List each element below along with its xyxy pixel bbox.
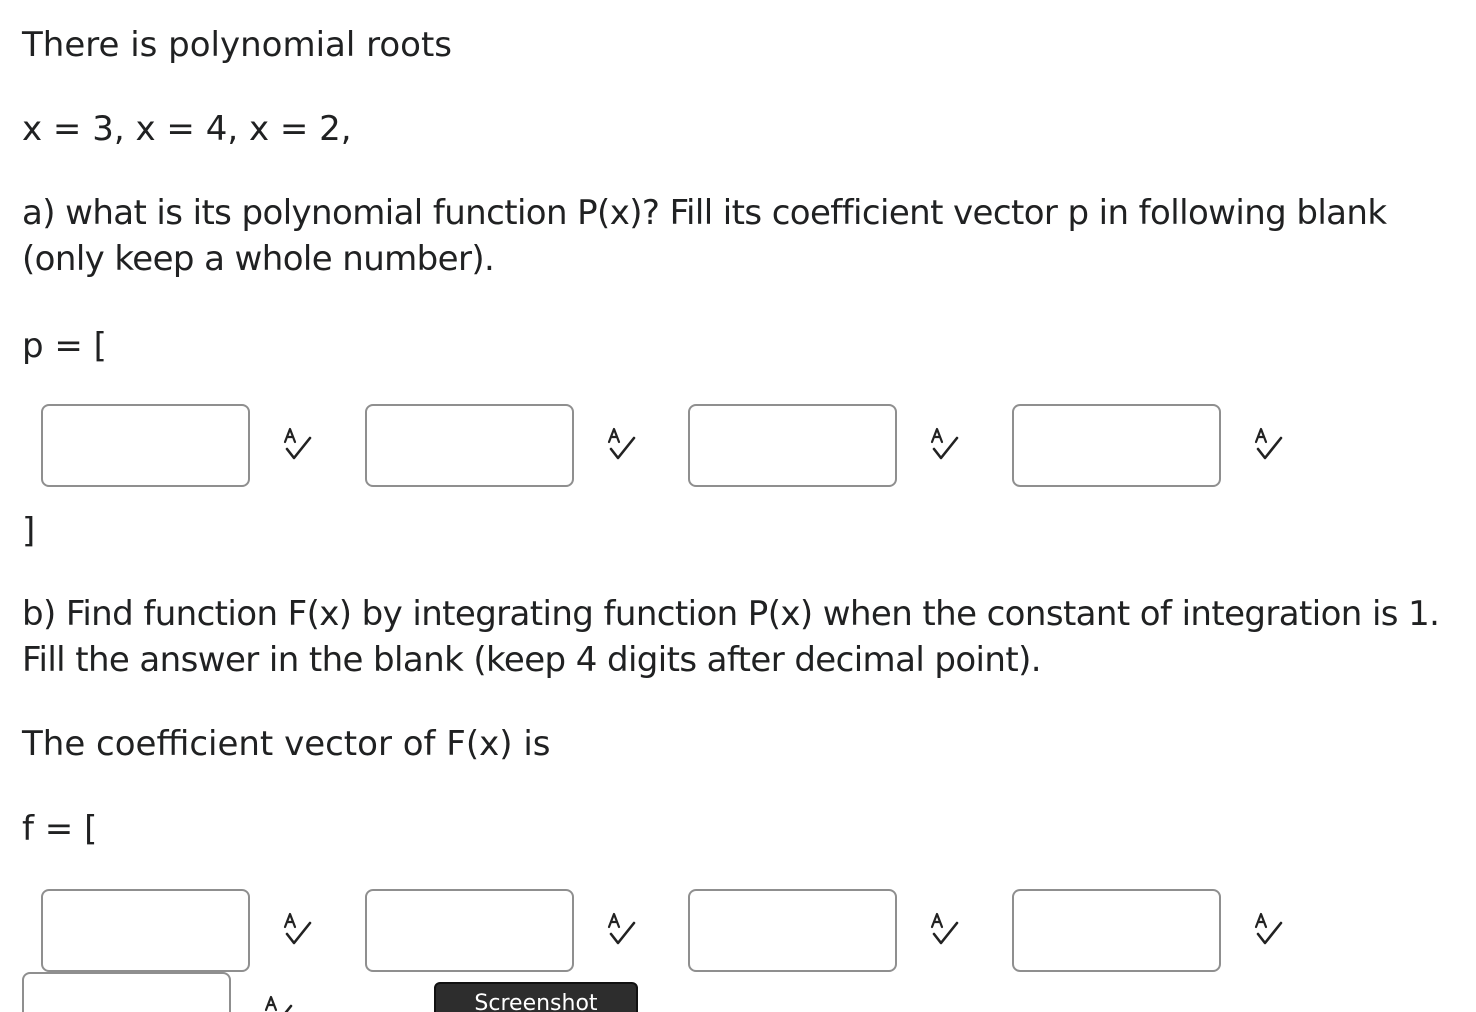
roots-text: x = 3, x = 4, x = 2, (22, 109, 352, 149)
f-coefficient-input-2[interactable] (365, 889, 574, 972)
f-coefficient-input-1[interactable] (41, 889, 250, 972)
spell-check-icon[interactable] (1253, 912, 1283, 946)
spell-check-icon[interactable] (282, 427, 312, 461)
p-coefficient-input-3[interactable] (688, 404, 897, 487)
part-b-prompt: b) Find function F(x) by integrating fun… (22, 594, 1440, 680)
spell-check-icon[interactable] (929, 912, 959, 946)
question-intro: There is polynomial roots (22, 25, 452, 65)
f-coefficient-input-5[interactable] (22, 972, 231, 1012)
screenshot-button[interactable]: Screenshot (434, 982, 638, 1012)
p-vector-open: p = [ (22, 326, 107, 366)
f-coefficient-input-3[interactable] (688, 889, 897, 972)
coefficient-statement: The coefficient vector of F(x) is (22, 724, 551, 764)
f-coefficient-input-4[interactable] (1012, 889, 1221, 972)
spell-check-icon[interactable] (606, 912, 636, 946)
spell-check-icon[interactable] (263, 995, 293, 1012)
p-coefficient-input-4[interactable] (1012, 404, 1221, 487)
spell-check-icon[interactable] (282, 912, 312, 946)
p-coefficient-input-2[interactable] (365, 404, 574, 487)
spell-check-icon[interactable] (929, 427, 959, 461)
p-vector-close: ] (22, 511, 36, 551)
spell-check-icon[interactable] (606, 427, 636, 461)
f-vector-open: f = [ (22, 809, 98, 849)
p-coefficient-input-1[interactable] (41, 404, 250, 487)
spell-check-icon[interactable] (1253, 427, 1283, 461)
part-a-prompt: a) what is its polynomial function P(x)?… (22, 193, 1387, 279)
